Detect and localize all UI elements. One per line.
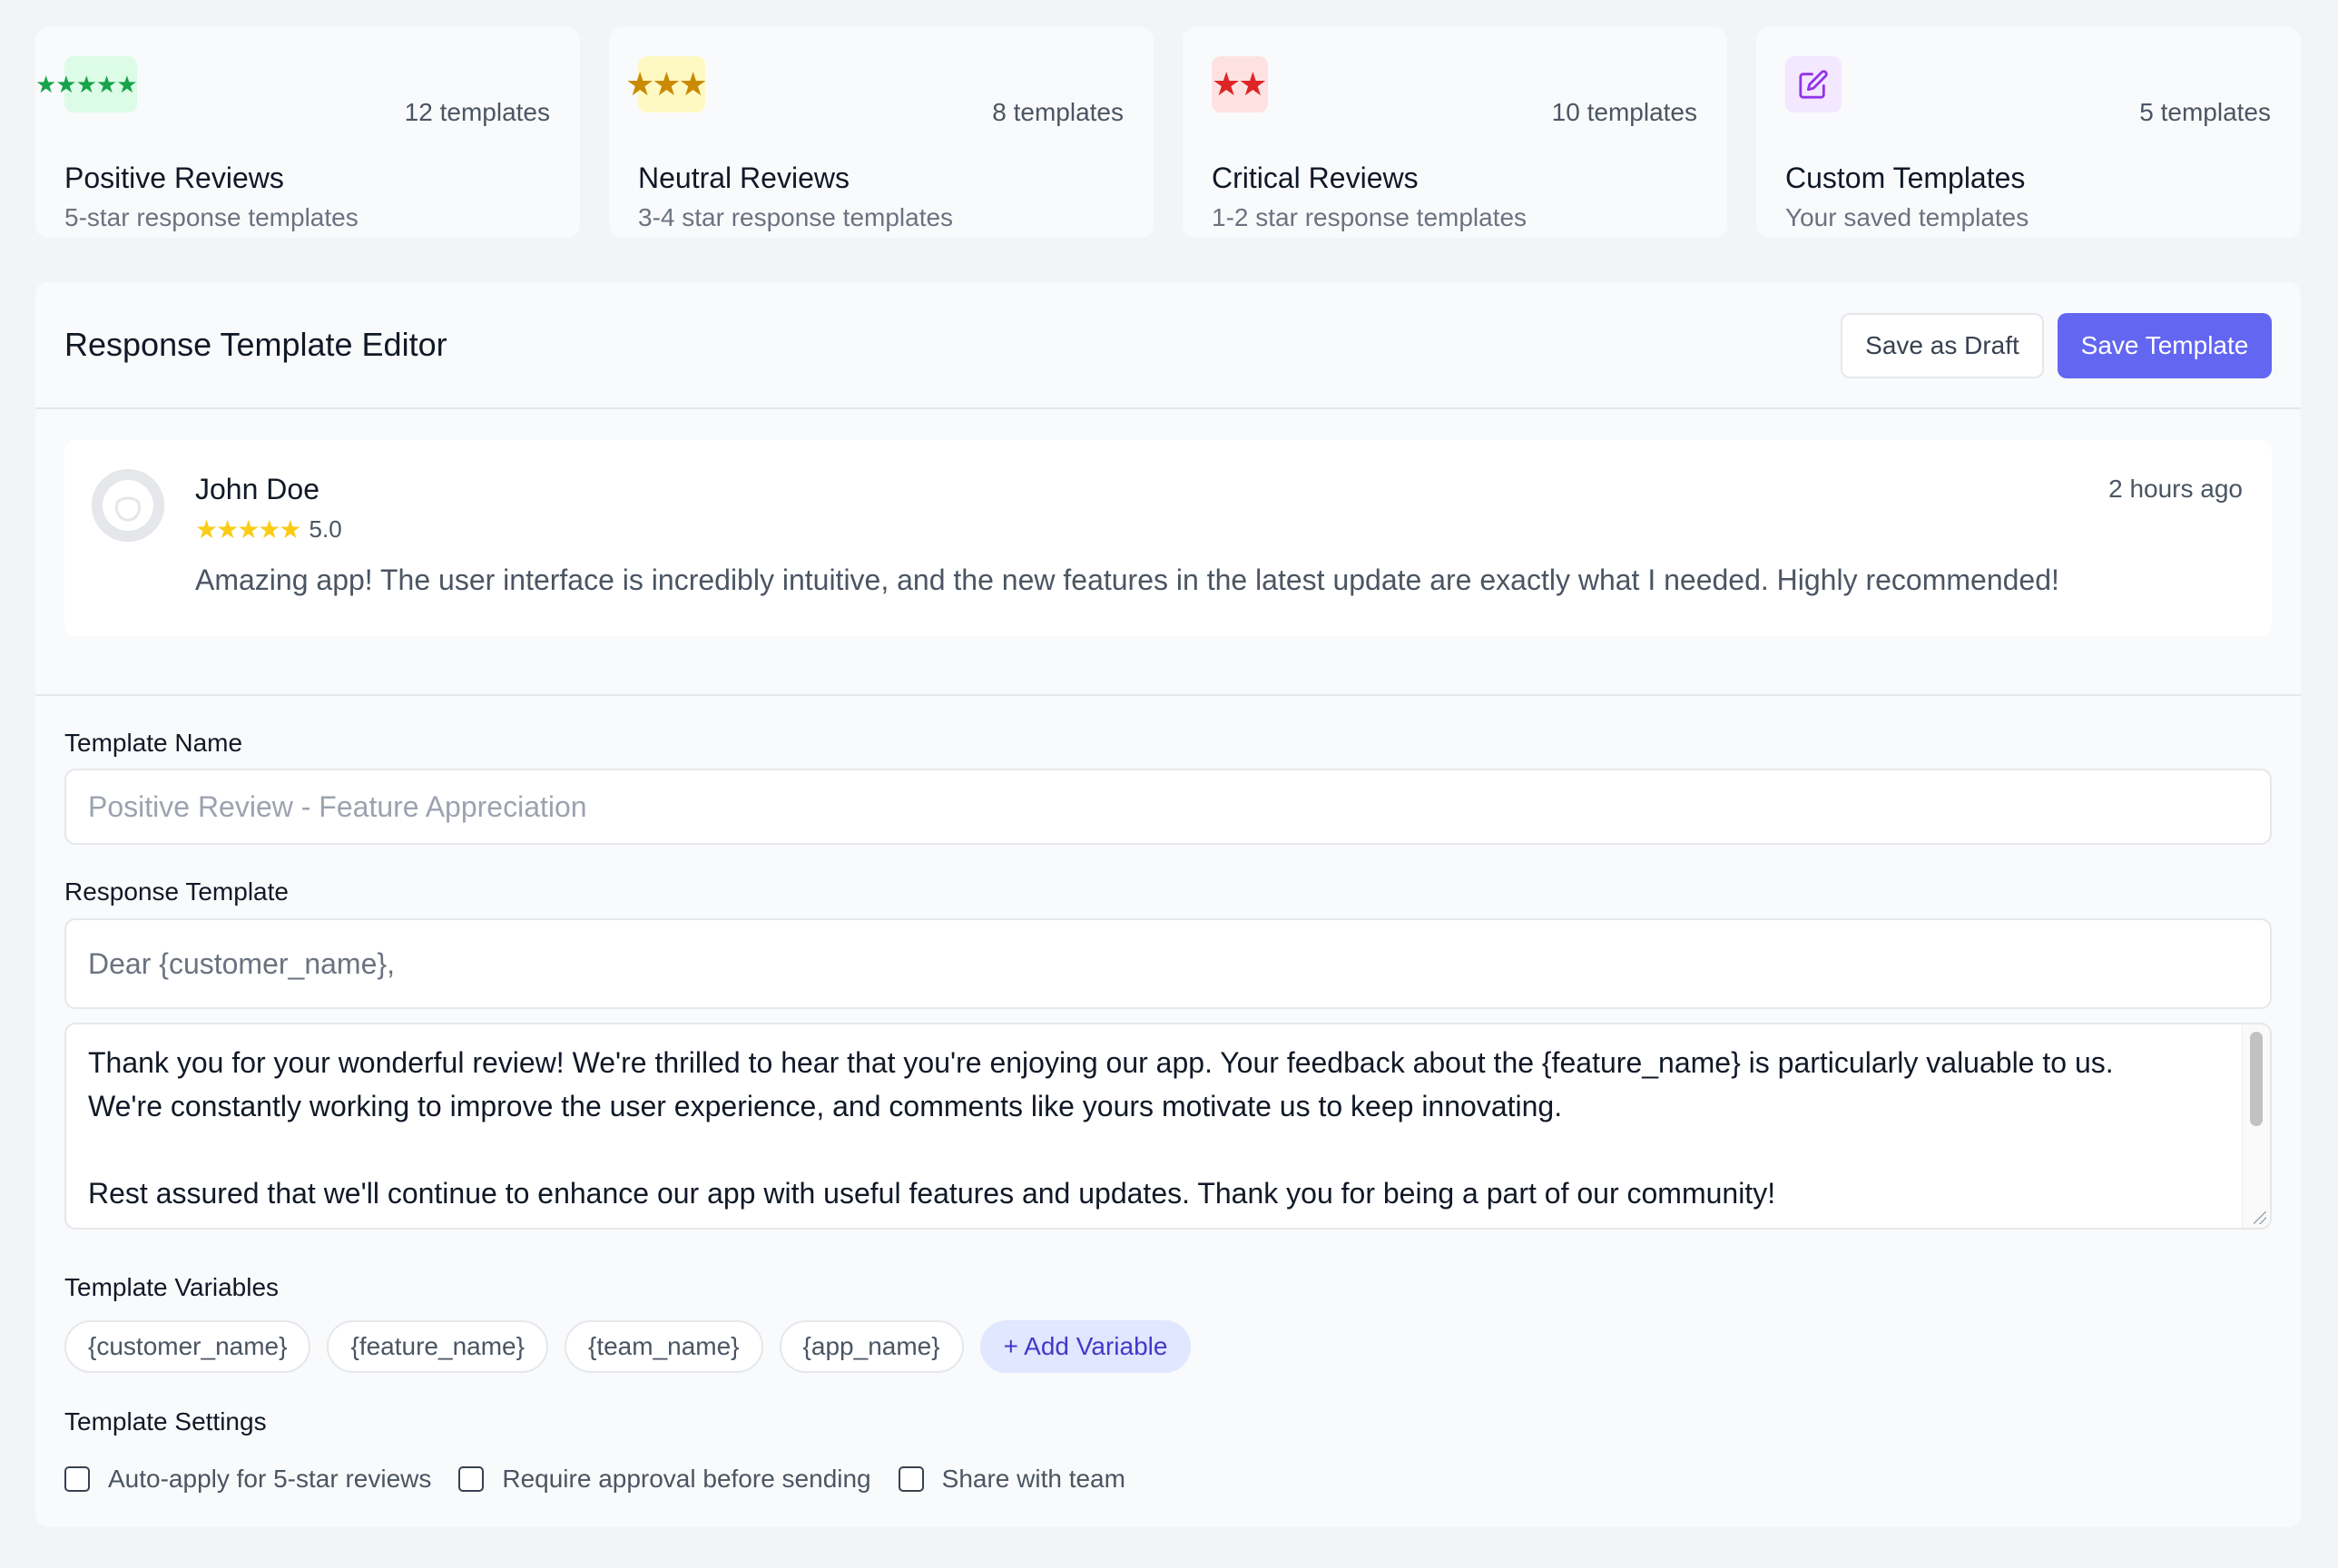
card-subtitle: Your saved templates bbox=[1785, 203, 2029, 231]
save-as-draft-button[interactable]: Save as Draft bbox=[1841, 313, 2044, 378]
five-stars-icon: ★★★★★ bbox=[35, 56, 138, 113]
response-body-textarea[interactable]: Thank you for your wonderful review! We'… bbox=[64, 1023, 2272, 1230]
card-title: Neutral Reviews bbox=[638, 162, 850, 194]
review-text: Amazing app! The user interface is incre… bbox=[195, 564, 2059, 596]
template-settings-label: Template Settings bbox=[64, 1407, 267, 1436]
variable-chip-feature-name[interactable]: {feature_name} bbox=[327, 1320, 548, 1373]
setting-auto-apply[interactable]: Auto-apply for 5-star reviews bbox=[64, 1465, 431, 1494]
section-divider bbox=[35, 694, 2301, 696]
template-category-cards: ★★★★★ 12 templates Positive Reviews 5-st… bbox=[35, 27, 2301, 238]
template-settings: Auto-apply for 5-star reviews Require ap… bbox=[64, 1465, 1153, 1494]
setting-require-approval[interactable]: Require approval before sending bbox=[458, 1465, 871, 1494]
template-name-input[interactable] bbox=[64, 769, 2272, 845]
template-count: 10 templates bbox=[1551, 98, 1697, 126]
textarea-scrollbar[interactable] bbox=[2242, 1024, 2270, 1228]
response-body-text: Thank you for your wonderful review! We'… bbox=[88, 1041, 2234, 1215]
variable-chip-app-name[interactable]: {app_name} bbox=[779, 1320, 964, 1373]
body-line: Rest assured that we'll continue to enha… bbox=[88, 1177, 1776, 1210]
editor-header: Response Template Editor Save as Draft S… bbox=[35, 282, 2301, 409]
rating-stars-icon: ★★★★★ bbox=[195, 515, 302, 544]
card-subtitle: 5-star response templates bbox=[64, 203, 359, 231]
category-card-custom[interactable]: 5 templates Custom Templates Your saved … bbox=[1756, 27, 2301, 238]
require-approval-checkbox[interactable] bbox=[458, 1466, 485, 1492]
card-subtitle: 1-2 star response templates bbox=[1212, 203, 1528, 231]
scrollbar-thumb[interactable] bbox=[2250, 1032, 2263, 1126]
category-card-neutral[interactable]: ★★★ 8 templates Neutral Reviews 3-4 star… bbox=[609, 27, 1154, 238]
review-card: John Doe ★★★★★ 5.0 2 hours ago Amazing a… bbox=[64, 440, 2272, 636]
variable-chips: {customer_name} {feature_name} {team_nam… bbox=[64, 1320, 1192, 1373]
template-editor-panel: Response Template Editor Save as Draft S… bbox=[35, 282, 2301, 1527]
template-count: 5 templates bbox=[2139, 98, 2271, 126]
setting-label: Auto-apply for 5-star reviews bbox=[108, 1465, 432, 1493]
setting-share-with-team[interactable]: Share with team bbox=[898, 1465, 1125, 1494]
variable-chip-team-name[interactable]: {team_name} bbox=[564, 1320, 763, 1373]
setting-label: Require approval before sending bbox=[502, 1465, 871, 1493]
two-stars-icon: ★★ bbox=[1212, 56, 1268, 113]
card-subtitle: 3-4 star response templates bbox=[638, 203, 954, 231]
editor-title: Response Template Editor bbox=[64, 326, 447, 363]
auto-apply-checkbox[interactable] bbox=[64, 1466, 90, 1492]
avatar bbox=[92, 469, 164, 542]
setting-label: Share with team bbox=[941, 1465, 1125, 1493]
category-card-positive[interactable]: ★★★★★ 12 templates Positive Reviews 5-st… bbox=[35, 27, 580, 238]
card-title: Critical Reviews bbox=[1212, 162, 1419, 194]
card-title: Positive Reviews bbox=[64, 162, 284, 194]
body-line: We're constantly working to improve the … bbox=[88, 1090, 1563, 1122]
template-name-label: Template Name bbox=[64, 729, 243, 757]
resize-handle-icon[interactable] bbox=[2254, 1211, 2266, 1224]
share-with-team-checkbox[interactable] bbox=[898, 1466, 924, 1492]
greeting-input[interactable] bbox=[64, 918, 2272, 1009]
body-line: Thank you for your wonderful review! We'… bbox=[88, 1046, 2114, 1079]
response-template-label: Response Template bbox=[64, 877, 289, 906]
review-timestamp: 2 hours ago bbox=[2108, 475, 2243, 503]
template-count: 8 templates bbox=[992, 98, 1124, 126]
rating-value: 5.0 bbox=[309, 515, 342, 543]
category-card-critical[interactable]: ★★ 10 templates Critical Reviews 1-2 sta… bbox=[1183, 27, 1727, 238]
reviewer-name: John Doe bbox=[195, 473, 319, 505]
three-stars-icon: ★★★ bbox=[625, 56, 708, 113]
add-variable-button[interactable]: + Add Variable bbox=[979, 1320, 1192, 1373]
template-variables-label: Template Variables bbox=[64, 1273, 280, 1301]
variable-chip-customer-name[interactable]: {customer_name} bbox=[64, 1320, 311, 1373]
template-count: 12 templates bbox=[404, 98, 550, 126]
review-rating: ★★★★★ 5.0 bbox=[195, 514, 342, 544]
save-template-button[interactable]: Save Template bbox=[2058, 313, 2272, 378]
edit-icon bbox=[1785, 56, 1842, 113]
card-title: Custom Templates bbox=[1785, 162, 2026, 194]
